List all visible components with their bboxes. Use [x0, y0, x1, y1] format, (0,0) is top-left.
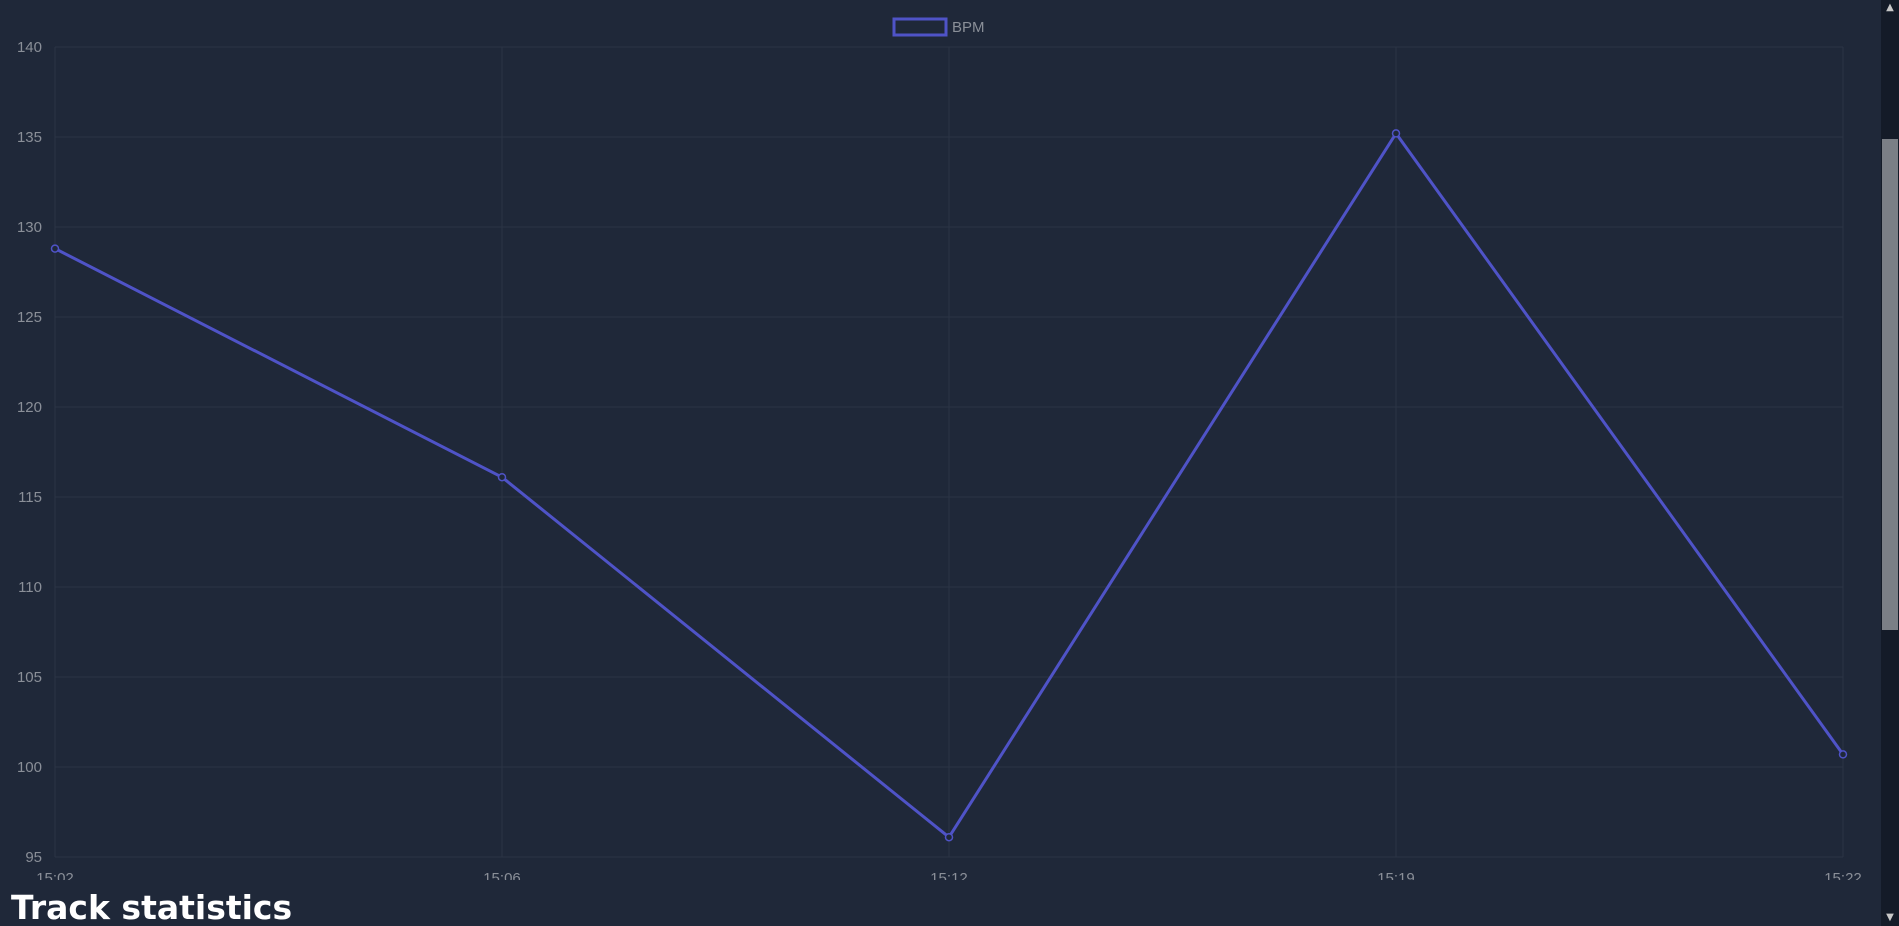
legend-swatch[interactable] — [892, 17, 948, 37]
data-point[interactable] — [50, 244, 60, 253]
x-tick-label: 15:06 — [483, 870, 521, 880]
x-tick-label: 15:02 — [36, 870, 74, 880]
bpm-line-chart: 140 135 130 125 120 115 110 105 100 95 15:02 15:06… — [17, 17, 1862, 880]
chevron-up-icon[interactable]: ▲ — [1881, 0, 1899, 16]
scrollbar-thumb[interactable] — [1882, 139, 1898, 630]
y-tick-label: 115 — [18, 489, 42, 506]
y-tick-label: 120 — [17, 399, 42, 416]
data-point[interactable] — [1391, 129, 1401, 138]
data-point[interactable] — [944, 832, 954, 842]
y-tick-label: 105 — [17, 669, 42, 686]
chevron-down-icon[interactable]: ▼ — [1881, 910, 1899, 926]
y-axis-ticks: 140 135 130 125 120 115 110 105 100 95 — [17, 39, 42, 866]
vertical-scrollbar[interactable]: ▲ ▼ — [1881, 0, 1899, 926]
y-tick-label: 140 — [17, 39, 42, 56]
app-window: 140 135 130 125 120 115 110 105 100 95 15:02 15:06… — [0, 0, 1899, 926]
data-point[interactable] — [497, 472, 507, 482]
x-axis-ticks: 15:02 15:06 15:12 15:19 15:22 — [36, 870, 1862, 880]
x-tick-label: 15:12 — [930, 870, 968, 880]
section-heading: Track statistics — [11, 888, 293, 926]
y-tick-label: 100 — [17, 759, 42, 776]
y-tick-label: 125 — [17, 309, 42, 326]
data-point[interactable] — [1838, 750, 1848, 759]
y-tick-label: 135 — [17, 129, 42, 146]
chart-legend[interactable]: BPM — [892, 17, 985, 37]
legend-label[interactable]: BPM — [952, 19, 985, 36]
y-tick-label: 110 — [18, 579, 42, 596]
y-tick-label: 95 — [25, 849, 42, 866]
x-tick-label: 15:22 — [1824, 870, 1862, 880]
chart-grid — [54, 46, 1844, 858]
x-tick-label: 15:19 — [1377, 870, 1415, 880]
y-tick-label: 130 — [17, 219, 42, 236]
